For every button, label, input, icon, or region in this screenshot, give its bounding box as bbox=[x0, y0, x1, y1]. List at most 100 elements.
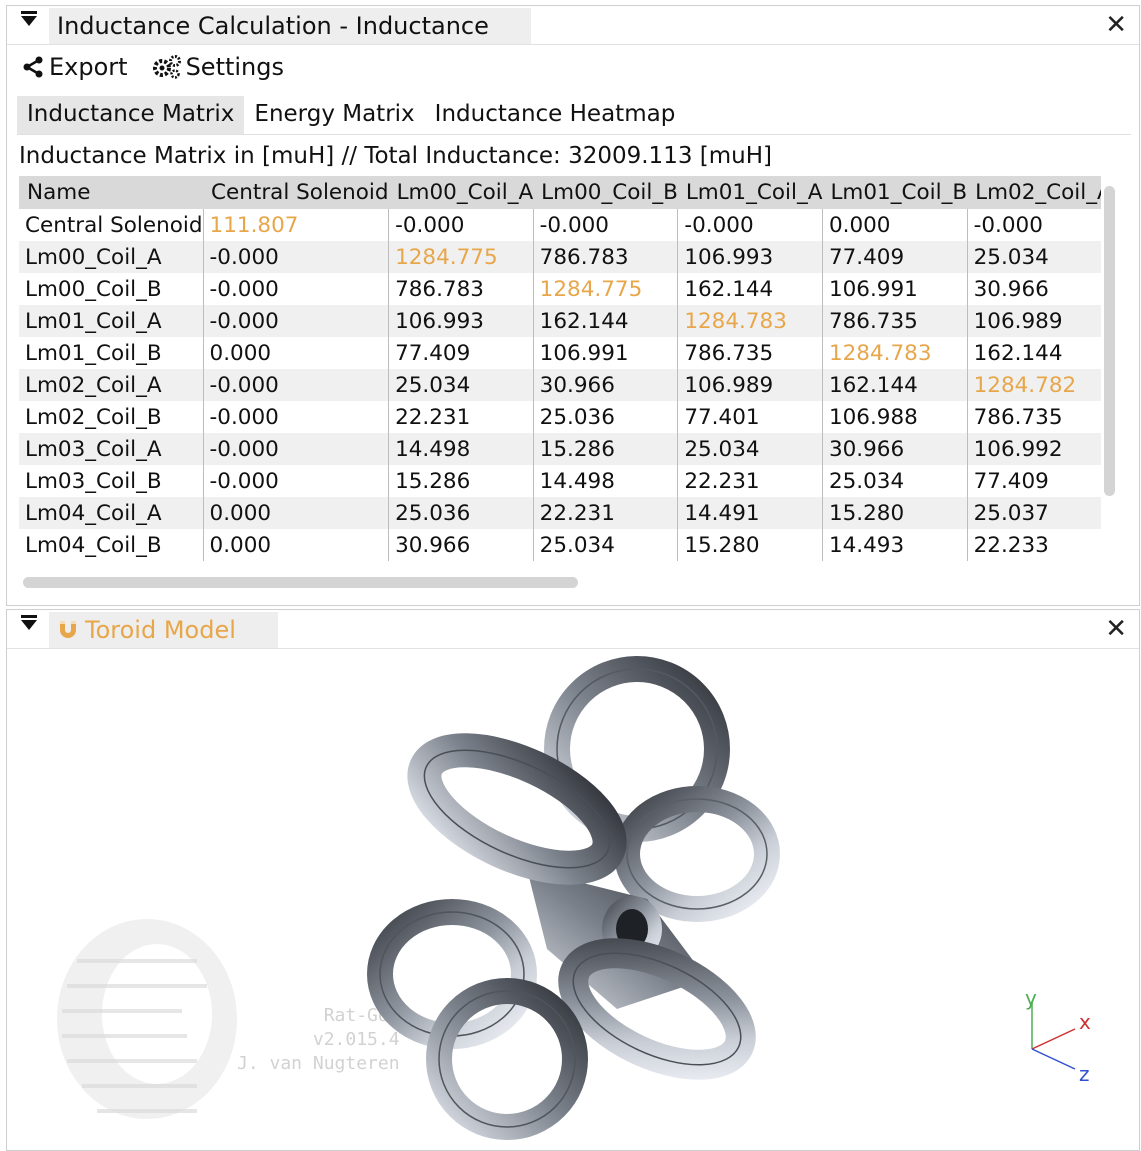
tab-energy-matrix[interactable]: Energy Matrix bbox=[244, 96, 424, 134]
column-header[interactable]: Lm00_Coil_B bbox=[533, 176, 678, 209]
value-cell[interactable]: 0.000 bbox=[822, 209, 968, 241]
value-cell[interactable]: 15.280 bbox=[677, 529, 823, 561]
table-row[interactable]: Lm02_Coil_A -0.000 25.034 30.966 106.989 162.… bbox=[19, 369, 1101, 401]
value-cell[interactable]: 25.036 bbox=[388, 497, 534, 529]
value-cell[interactable]: 77.409 bbox=[822, 241, 968, 273]
column-header[interactable]: Central Solenoid bbox=[203, 176, 389, 209]
value-cell[interactable]: 14.491 bbox=[677, 497, 823, 529]
table-row[interactable]: Lm01_Coil_A -0.000 106.993 162.144 1284.783 7… bbox=[19, 305, 1101, 337]
table-row[interactable]: Lm03_Coil_B -0.000 15.286 14.498 22.231 25.03… bbox=[19, 465, 1101, 497]
value-cell[interactable]: 77.409 bbox=[967, 465, 1101, 497]
value-cell[interactable]: 25.034 bbox=[388, 369, 534, 401]
value-cell[interactable]: 77.401 bbox=[677, 401, 823, 433]
value-cell[interactable]: 1284.783 bbox=[677, 305, 823, 337]
value-cell[interactable]: 106.988 bbox=[822, 401, 968, 433]
value-cell[interactable]: 786.783 bbox=[388, 273, 534, 305]
value-cell[interactable]: 106.991 bbox=[822, 273, 968, 305]
collapse-icon[interactable] bbox=[21, 615, 37, 630]
value-cell[interactable]: 14.498 bbox=[533, 465, 679, 497]
value-cell[interactable]: 1284.775 bbox=[533, 273, 679, 305]
value-cell[interactable]: 162.144 bbox=[677, 273, 823, 305]
row-name-cell[interactable]: Lm02_Coil_A bbox=[19, 369, 204, 401]
value-cell[interactable]: -0.000 bbox=[677, 209, 823, 241]
value-cell[interactable]: 786.735 bbox=[967, 401, 1101, 433]
table-row[interactable]: Lm01_Coil_B 0.000 77.409 106.991 786.735 1284… bbox=[19, 337, 1101, 369]
row-name-cell[interactable]: Lm03_Coil_A bbox=[19, 433, 204, 465]
value-cell[interactable]: 25.034 bbox=[533, 529, 679, 561]
value-cell[interactable]: 30.966 bbox=[967, 273, 1101, 305]
table-row[interactable]: Lm04_Coil_A 0.000 25.036 22.231 14.491 15.280… bbox=[19, 497, 1101, 529]
table-row[interactable]: Lm03_Coil_A -0.000 14.498 15.286 25.034 30.96… bbox=[19, 433, 1101, 465]
value-cell[interactable]: -0.000 bbox=[388, 209, 534, 241]
value-cell[interactable]: 14.493 bbox=[822, 529, 968, 561]
value-cell[interactable]: -0.000 bbox=[203, 305, 390, 337]
value-cell[interactable]: -0.000 bbox=[533, 209, 679, 241]
value-cell[interactable]: 15.286 bbox=[388, 465, 534, 497]
value-cell[interactable]: 77.409 bbox=[388, 337, 534, 369]
inductance-table[interactable]: Name Central Solenoid Lm00_Coil_A Lm00_C… bbox=[19, 176, 1101, 572]
column-header[interactable]: Lm00_Coil_A bbox=[388, 176, 534, 209]
value-cell[interactable]: -0.000 bbox=[203, 273, 390, 305]
value-cell[interactable]: 106.991 bbox=[533, 337, 679, 369]
value-cell[interactable]: 22.231 bbox=[677, 465, 823, 497]
value-cell[interactable]: 25.037 bbox=[967, 497, 1101, 529]
value-cell[interactable]: 22.231 bbox=[388, 401, 534, 433]
table-row[interactable]: Lm00_Coil_A -0.000 1284.775 786.783 106.993 7… bbox=[19, 241, 1101, 273]
value-cell[interactable]: 0.000 bbox=[203, 497, 390, 529]
value-cell[interactable]: 25.036 bbox=[533, 401, 679, 433]
value-cell[interactable]: 786.783 bbox=[533, 241, 679, 273]
collapse-icon[interactable] bbox=[21, 11, 37, 26]
value-cell[interactable]: 162.144 bbox=[822, 369, 968, 401]
value-cell[interactable]: 25.034 bbox=[967, 241, 1101, 273]
value-cell[interactable]: -0.000 bbox=[203, 465, 390, 497]
row-name-cell[interactable]: Lm04_Coil_B bbox=[19, 529, 204, 561]
value-cell[interactable]: 1284.783 bbox=[822, 337, 968, 369]
table-row[interactable]: Lm04_Coil_B 0.000 30.966 25.034 15.280 14.493… bbox=[19, 529, 1101, 561]
value-cell[interactable]: 106.992 bbox=[967, 433, 1101, 465]
column-header[interactable]: Lm01_Coil_B bbox=[822, 176, 968, 209]
value-cell[interactable]: 0.000 bbox=[203, 529, 390, 561]
value-cell[interactable]: 15.280 bbox=[822, 497, 968, 529]
close-icon[interactable]: ✕ bbox=[1105, 12, 1127, 38]
row-name-cell[interactable]: Central Solenoid bbox=[19, 209, 204, 241]
value-cell[interactable]: 14.498 bbox=[388, 433, 534, 465]
value-cell[interactable]: 25.034 bbox=[822, 465, 968, 497]
value-cell[interactable]: 25.034 bbox=[677, 433, 823, 465]
close-icon[interactable]: ✕ bbox=[1105, 616, 1127, 642]
export-button[interactable]: Export bbox=[21, 50, 128, 84]
table-row[interactable]: Lm00_Coil_B -0.000 786.783 1284.775 162.144 1… bbox=[19, 273, 1101, 305]
value-cell[interactable]: 0.000 bbox=[203, 337, 390, 369]
value-cell[interactable]: 1284.775 bbox=[388, 241, 534, 273]
value-cell[interactable]: 111.807 bbox=[203, 209, 390, 241]
settings-button[interactable]: Settings bbox=[152, 50, 284, 84]
value-cell[interactable]: 786.735 bbox=[822, 305, 968, 337]
value-cell[interactable]: 1284.782 bbox=[967, 369, 1101, 401]
row-name-cell[interactable]: Lm04_Coil_A bbox=[19, 497, 204, 529]
column-header[interactable]: Name bbox=[19, 176, 204, 209]
value-cell[interactable]: -0.000 bbox=[203, 433, 390, 465]
value-cell[interactable]: 15.286 bbox=[533, 433, 679, 465]
value-cell[interactable]: 30.966 bbox=[388, 529, 534, 561]
horizontal-scrollbar[interactable] bbox=[23, 577, 578, 588]
column-header[interactable]: Lm02_Coil_A bbox=[967, 176, 1101, 209]
row-name-cell[interactable]: Lm01_Coil_B bbox=[19, 337, 204, 369]
vertical-scrollbar[interactable] bbox=[1104, 186, 1115, 496]
value-cell[interactable]: 786.735 bbox=[677, 337, 823, 369]
row-name-cell[interactable]: Lm00_Coil_A bbox=[19, 241, 204, 273]
value-cell[interactable]: 106.993 bbox=[388, 305, 534, 337]
value-cell[interactable]: -0.000 bbox=[203, 369, 390, 401]
value-cell[interactable]: 106.989 bbox=[677, 369, 823, 401]
value-cell[interactable]: -0.000 bbox=[967, 209, 1101, 241]
tab-inductance-heatmap[interactable]: Inductance Heatmap bbox=[425, 96, 686, 134]
value-cell[interactable]: 106.993 bbox=[677, 241, 823, 273]
value-cell[interactable]: 22.231 bbox=[533, 497, 679, 529]
row-name-cell[interactable]: Lm01_Coil_A bbox=[19, 305, 204, 337]
value-cell[interactable]: 30.966 bbox=[822, 433, 968, 465]
value-cell[interactable]: 30.966 bbox=[533, 369, 679, 401]
value-cell[interactable]: -0.000 bbox=[203, 401, 390, 433]
tab-inductance-matrix[interactable]: Inductance Matrix bbox=[17, 96, 245, 134]
panel-title[interactable]: Inductance Calculation - Inductance bbox=[49, 8, 531, 44]
table-row[interactable]: Central Solenoid 111.807 -0.000 -0.000 -0.00… bbox=[19, 209, 1101, 241]
value-cell[interactable]: -0.000 bbox=[203, 241, 390, 273]
value-cell[interactable]: 106.989 bbox=[967, 305, 1101, 337]
